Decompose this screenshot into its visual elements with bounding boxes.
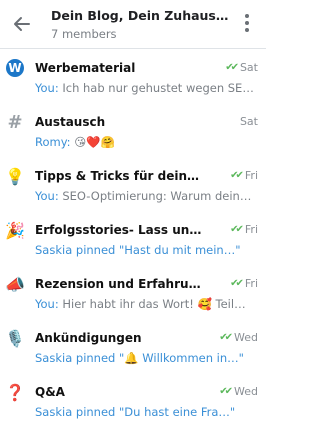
message-preview: Romy: 😘❤️🤗 <box>35 135 115 149</box>
message-preview: Saskia pinned "Du hast eine Fra…" <box>35 405 236 419</box>
double-check-icon: ✔✔ <box>219 386 233 397</box>
topic-name: Ankündigungen <box>35 331 142 345</box>
timestamp: ✔✔ Fri <box>230 223 258 236</box>
message-preview: You: Hier habt ihr das Wort! 🥰 Teil… <box>35 297 246 311</box>
arrow-left-icon <box>14 17 30 31</box>
list-item[interactable]: # Austausch Sat Romy: 😘❤️🤗 <box>0 103 266 157</box>
topic-name: Rezension und Erfahrung <box>35 277 205 291</box>
w-badge-icon: W <box>6 59 24 77</box>
sender-name: Romy: <box>35 135 71 149</box>
double-check-icon: ✔✔ <box>230 278 244 289</box>
topic-avatar: ❓ <box>5 382 25 402</box>
message-preview: Saskia pinned "🔔 Willkommen in…" <box>35 351 244 365</box>
double-check-icon: ✔✔ <box>230 170 244 181</box>
list-item[interactable]: W Werbematerial ✔✔ Sat You: Ich hab nur … <box>0 49 266 103</box>
timestamp: ✔✔ Fri <box>230 169 258 182</box>
more-vertical-icon <box>245 14 249 18</box>
double-check-icon: ✔✔ <box>225 62 239 73</box>
timestamp: ✔✔ Wed <box>219 331 258 344</box>
message-preview: You: SEO-Optimierung: Warum dein… <box>35 189 252 203</box>
megaphone-icon: 📣 <box>5 274 25 294</box>
topic-avatar: W <box>5 58 25 78</box>
list-item[interactable]: 💡 Tipps & Tricks für deinen Blog ✔✔ Fri … <box>0 157 266 211</box>
topic-name: Q&A <box>35 385 65 399</box>
microphone-icon: 🎙️ <box>5 328 25 348</box>
timestamp: ✔✔ Sat <box>225 61 258 74</box>
sender-name: You: <box>35 81 59 95</box>
message-preview: You: Ich hab nur gehustet wegen SE… <box>35 81 254 95</box>
topic-avatar: 📣 <box>5 274 25 294</box>
topic-name: Erfolgsstories- Lass uns Erf… <box>35 223 205 237</box>
question-mark-icon: ❓ <box>5 382 25 402</box>
topic-name: Tipps & Tricks für deinen Blog <box>35 169 205 183</box>
party-popper-icon: 🎉 <box>5 220 25 240</box>
double-check-icon: ✔✔ <box>219 332 233 343</box>
topic-name: Werbematerial <box>35 61 136 75</box>
back-button[interactable] <box>10 12 34 36</box>
timestamp: ✔✔ Wed <box>219 385 258 398</box>
member-count: 7 members <box>51 27 117 41</box>
timestamp: ✔✔ Fri <box>230 277 258 290</box>
timestamp: Sat <box>239 115 258 128</box>
lightbulb-icon: 💡 <box>5 166 25 186</box>
hashtag-icon: # <box>7 111 23 133</box>
topic-list: W Werbematerial ✔✔ Sat You: Ich hab nur … <box>0 49 266 427</box>
list-item[interactable]: ❓ Q&A ✔✔ Wed Saskia pinned "Du hast eine… <box>0 373 266 427</box>
sender-name: You: <box>35 297 59 311</box>
topic-avatar: 🎉 <box>5 220 25 240</box>
chat-header: Dein Blog, Dein Zuhause – … 7 members <box>0 0 266 49</box>
topic-name: Austausch <box>35 115 106 129</box>
double-check-icon: ✔✔ <box>230 224 244 235</box>
more-options-button[interactable] <box>244 14 250 34</box>
topic-avatar: 💡 <box>5 166 25 186</box>
list-item[interactable]: 🎉 Erfolgsstories- Lass uns Erf… ✔✔ Fri S… <box>0 211 266 265</box>
topic-avatar: # <box>5 111 25 133</box>
sender-name: You: <box>35 189 59 203</box>
list-item[interactable]: 🎙️ Ankündigungen ✔✔ Wed Saskia pinned "🔔… <box>0 319 266 373</box>
topic-avatar: 🎙️ <box>5 328 25 348</box>
group-title[interactable]: Dein Blog, Dein Zuhause – … <box>51 8 233 23</box>
list-item[interactable]: 📣 Rezension und Erfahrung ✔✔ Fri You: Hi… <box>0 265 266 319</box>
message-preview: Saskia pinned "Hast du mit mein…" <box>35 243 241 257</box>
